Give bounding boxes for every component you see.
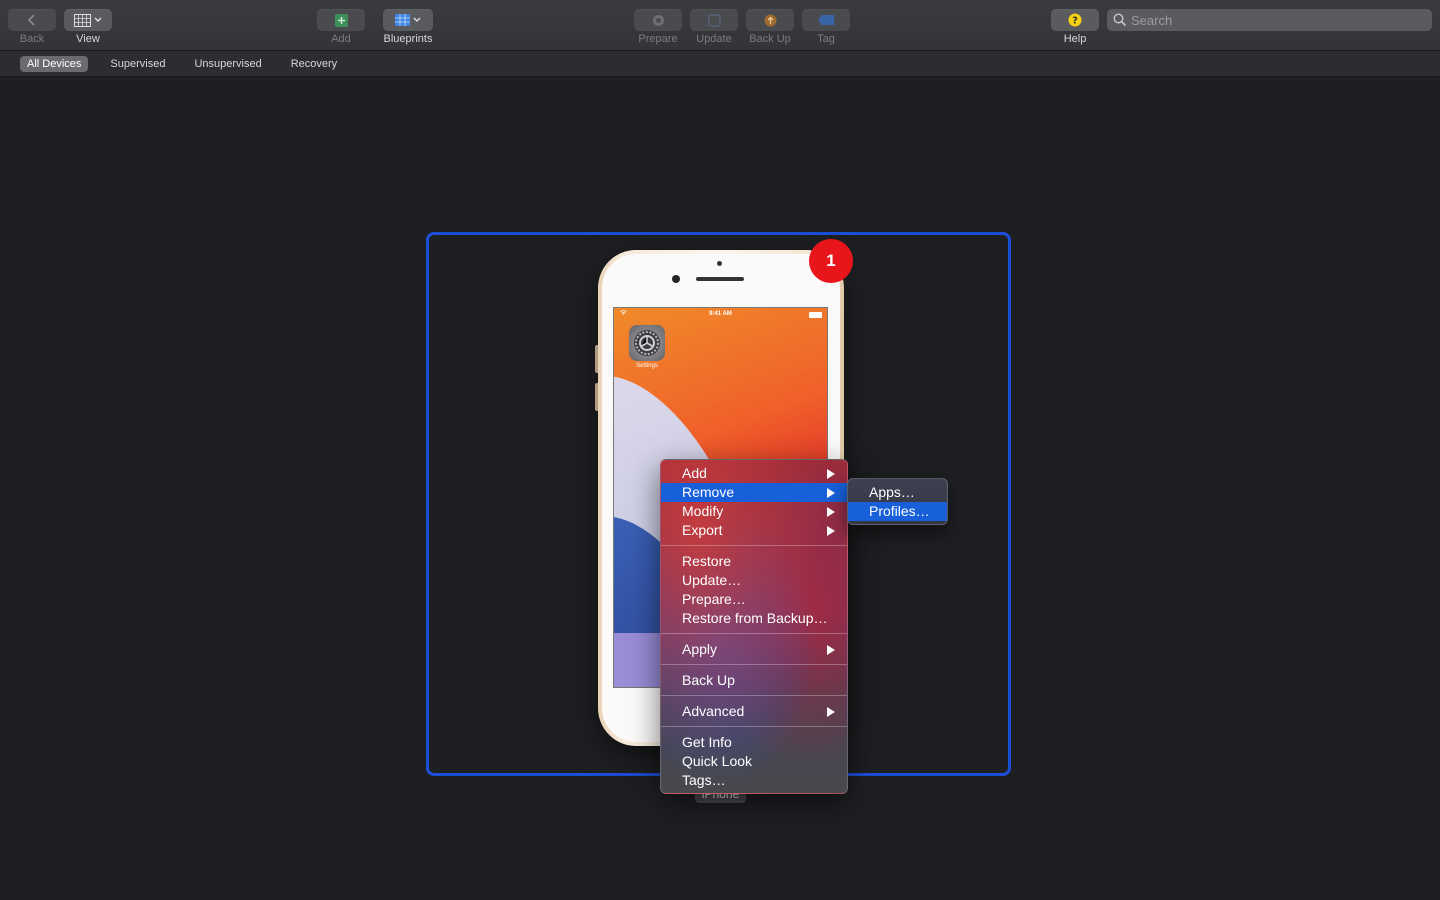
update-button[interactable] <box>690 9 738 31</box>
scope-unsupervised[interactable]: Unsupervised <box>187 56 268 72</box>
menu-item-restore-from-backup[interactable]: Restore from Backup… <box>661 609 847 628</box>
gear-icon <box>634 330 660 356</box>
update-label: Update <box>696 33 732 45</box>
tag-control[interactable]: Tag <box>802 9 850 45</box>
add-button[interactable] <box>317 9 365 31</box>
blueprints-button[interactable] <box>383 9 433 31</box>
blueprints-control[interactable]: Blueprints <box>383 9 433 45</box>
menu-item-label: Advanced <box>682 703 745 719</box>
menu-separator <box>661 545 847 546</box>
view-button[interactable] <box>64 9 112 31</box>
menu-item-quick-look[interactable]: Quick Look <box>661 752 847 771</box>
menu-item-advanced[interactable]: Advanced <box>661 702 847 721</box>
submenu-arrow-icon <box>827 469 835 479</box>
help-icon: ? <box>1068 13 1082 27</box>
help-label: Help <box>1063 33 1087 45</box>
gear-icon <box>652 14 664 26</box>
add-control[interactable]: Add <box>317 9 365 45</box>
chevron-down-icon <box>413 17 421 22</box>
menu-item-tags[interactable]: Tags… <box>661 771 847 790</box>
menu-item-get-info[interactable]: Get Info <box>661 733 847 752</box>
search-field[interactable] <box>1107 9 1432 31</box>
menu-item-label: Remove <box>682 484 735 500</box>
blueprint-grid-icon <box>395 14 410 26</box>
view-control[interactable]: View <box>64 9 112 45</box>
status-time: 9:41 AM <box>709 311 732 317</box>
blueprints-label: Blueprints <box>383 33 433 45</box>
submenu-arrow-icon <box>827 526 835 536</box>
search-input[interactable] <box>1127 12 1425 28</box>
menu-item-add[interactable]: Add <box>661 464 847 483</box>
prepare-control[interactable]: Prepare <box>634 9 682 45</box>
menu-item-label: Add <box>682 465 707 481</box>
phone-speaker <box>696 277 744 281</box>
phone-sensor <box>717 261 722 266</box>
menu-item-prepare[interactable]: Prepare… <box>661 590 847 609</box>
menu-item-label: Modify <box>682 503 724 519</box>
menu-item-apply[interactable]: Apply <box>661 640 847 659</box>
menu-separator <box>661 695 847 696</box>
submenu-item-apps[interactable]: Apps… <box>848 483 947 502</box>
submenu-arrow-icon <box>827 707 835 717</box>
back-label: Back <box>19 33 45 45</box>
notification-badge: 1 <box>809 239 853 283</box>
update-icon <box>708 14 720 26</box>
scope-recovery[interactable]: Recovery <box>284 56 344 72</box>
update-control[interactable]: Update <box>690 9 738 45</box>
menu-separator <box>661 664 847 665</box>
scope-all-devices[interactable]: All Devices <box>20 55 89 72</box>
menu-item-label: Apply <box>682 641 718 657</box>
settings-app-icon <box>629 325 665 361</box>
grid-view-icon <box>74 13 91 27</box>
remove-submenu: Apps… Profiles… <box>847 478 948 525</box>
tag-label: Tag <box>817 33 835 45</box>
submenu-item-profiles[interactable]: Profiles… <box>848 502 947 521</box>
menu-item-label: Export <box>682 522 723 538</box>
menu-separator <box>661 633 847 634</box>
tag-button[interactable] <box>802 9 850 31</box>
submenu-arrow-icon <box>827 488 835 498</box>
help-control[interactable]: ? Help <box>1051 9 1099 45</box>
prepare-label: Prepare <box>638 33 678 45</box>
prepare-button[interactable] <box>634 9 682 31</box>
submenu-arrow-icon <box>827 645 835 655</box>
help-button[interactable]: ? <box>1051 9 1099 31</box>
battery-icon <box>809 312 822 318</box>
chevron-left-icon <box>27 14 35 26</box>
backup-label: Back Up <box>749 33 791 45</box>
context-menu: Add Remove Modify Export Restore Update…… <box>660 459 848 794</box>
menu-item-restore[interactable]: Restore <box>661 552 847 571</box>
tag-icon <box>818 15 834 25</box>
scope-supervised[interactable]: Supervised <box>103 56 172 72</box>
backup-button[interactable] <box>746 9 794 31</box>
toolbar: Back View Add Blueprints Prepare Update <box>0 0 1440 51</box>
scope-bar: All Devices Supervised Unsupervised Reco… <box>0 51 1440 77</box>
plus-icon <box>334 13 348 27</box>
settings-app-label: Settings <box>636 363 658 369</box>
back-button[interactable] <box>8 9 56 31</box>
backup-control[interactable]: Back Up <box>746 9 794 45</box>
back-control[interactable]: Back <box>8 9 56 45</box>
add-label: Add <box>331 33 351 45</box>
menu-item-update[interactable]: Update… <box>661 571 847 590</box>
menu-item-remove[interactable]: Remove <box>661 483 847 502</box>
svg-text:?: ? <box>1072 16 1078 27</box>
menu-item-modify[interactable]: Modify <box>661 502 847 521</box>
search-icon <box>1113 13 1127 27</box>
menu-item-export[interactable]: Export <box>661 521 847 540</box>
submenu-arrow-icon <box>827 507 835 517</box>
menu-separator <box>661 726 847 727</box>
view-label: View <box>76 33 100 45</box>
chevron-down-icon <box>94 17 102 22</box>
backup-icon <box>764 14 776 26</box>
phone-camera <box>672 275 680 283</box>
menu-item-back-up[interactable]: Back Up <box>661 671 847 690</box>
